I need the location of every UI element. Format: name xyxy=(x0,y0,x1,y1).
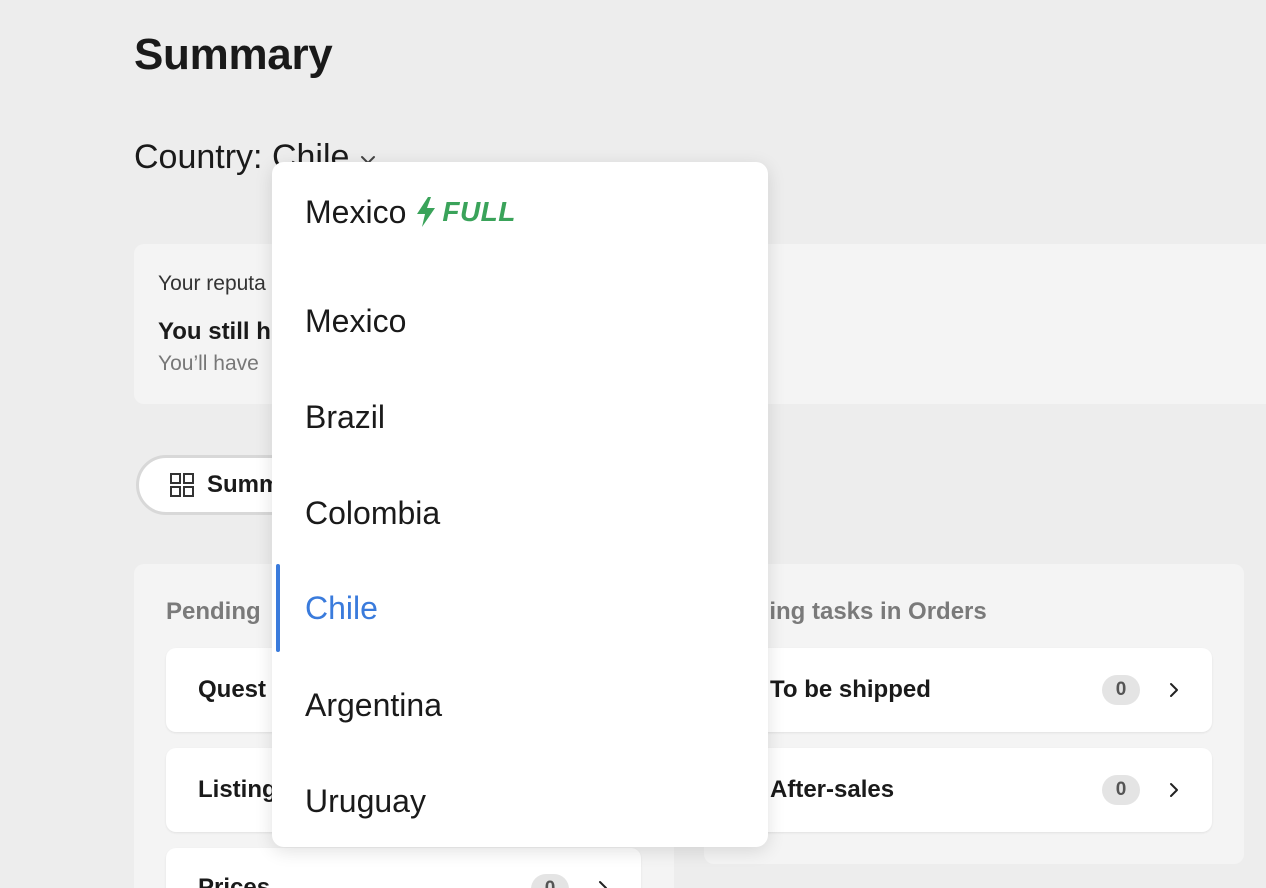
panel-title: nding tasks in Orders xyxy=(740,598,987,625)
full-badge: FULL xyxy=(414,196,516,228)
orders-tasks-panel: nding tasks in Orders To be shipped 0 Af… xyxy=(704,564,1244,864)
reputation-headline: You still h xyxy=(158,318,271,345)
chevron-right-icon xyxy=(599,881,607,888)
country-option-colombia[interactable]: Colombia xyxy=(272,469,768,557)
task-after-sales[interactable]: After-sales 0 xyxy=(706,748,1212,832)
task-label: To be shipped xyxy=(770,676,931,703)
task-label: After-sales xyxy=(770,776,895,803)
country-option-mexico-full[interactable]: Mexico FULL xyxy=(272,168,768,256)
country-option-mexico[interactable]: Mexico xyxy=(272,277,768,365)
grid-icon xyxy=(170,473,194,497)
country-option-brazil[interactable]: Brazil xyxy=(272,373,768,461)
chevron-right-icon xyxy=(1170,683,1178,697)
option-label: Brazil xyxy=(305,398,386,435)
task-count-badge: 0 xyxy=(531,874,569,888)
country-option-argentina[interactable]: Argentina xyxy=(272,661,768,749)
tab-summary-label: Summ xyxy=(207,471,281,498)
lightning-bolt-icon xyxy=(417,197,436,227)
option-label: Chile xyxy=(305,589,378,626)
task-count-badge: 0 xyxy=(1102,675,1140,705)
task-label: Listing xyxy=(198,776,277,803)
reputation-subtext: You’ll have xyxy=(158,352,259,375)
option-label: Colombia xyxy=(305,494,441,531)
country-option-uruguay[interactable]: Uruguay xyxy=(272,757,768,845)
task-label: Prices xyxy=(198,874,271,888)
option-label: Mexico xyxy=(305,302,407,339)
task-to-be-shipped[interactable]: To be shipped 0 xyxy=(706,648,1212,732)
task-prices[interactable]: Prices 0 xyxy=(166,848,641,888)
task-label: Quest xyxy=(198,676,267,703)
option-label: Argentina xyxy=(305,686,442,723)
reputation-caption: Your reputa xyxy=(158,272,266,295)
full-badge-text: FULL xyxy=(442,196,516,227)
country-option-chile[interactable]: Chile xyxy=(272,564,768,652)
option-label: Mexico xyxy=(305,193,407,230)
chevron-right-icon xyxy=(1170,783,1178,797)
page: Summary Country: Chile Your reputa You s… xyxy=(0,0,1266,888)
task-count-badge: 0 xyxy=(1102,775,1140,805)
panel-title: Pending xyxy=(166,598,261,625)
country-dropdown-menu: Mexico FULL Mexico Brazil Colombia Chile… xyxy=(272,162,768,847)
page-title: Summary xyxy=(134,30,333,79)
option-label: Uruguay xyxy=(305,782,426,819)
